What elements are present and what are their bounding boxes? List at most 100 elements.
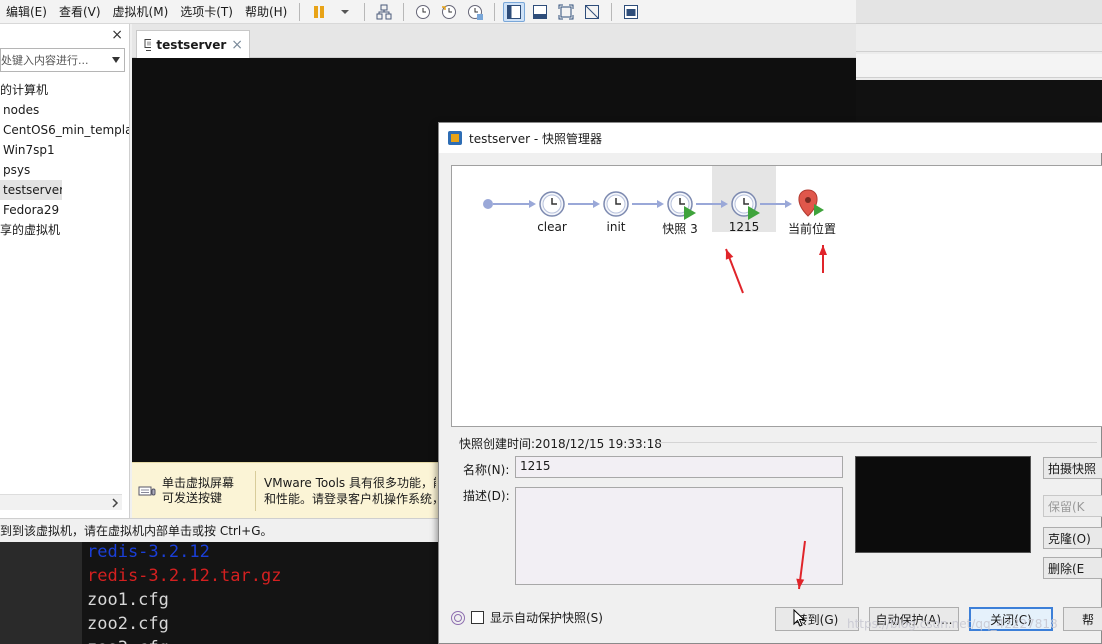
library-horizontal-scrollbar[interactable] — [0, 494, 122, 510]
keep-button[interactable]: 保留(K — [1043, 495, 1102, 517]
thumbnail-view-icon — [533, 4, 548, 19]
chevron-right-icon[interactable] — [111, 497, 119, 508]
mouse-cursor-icon — [793, 609, 806, 627]
toolbar-separator — [611, 2, 613, 21]
menu-view[interactable]: 查看(V) — [53, 0, 107, 24]
thumbnail-bar-button[interactable] — [529, 2, 551, 22]
help-icon[interactable] — [451, 610, 465, 625]
fullscreen-icon — [558, 4, 574, 19]
snapshot-description-input[interactable] — [515, 487, 843, 585]
name-label: 名称(N): — [463, 463, 510, 477]
close-icon[interactable]: × — [111, 27, 123, 43]
tree-group-shared-vms[interactable]: 享的虚拟机 — [0, 220, 129, 240]
clone-button[interactable]: 克隆(O) — [1043, 527, 1102, 549]
tree-item-vm[interactable]: CentOS6_min_template — [0, 120, 129, 140]
snapshot-label[interactable]: 当前位置 — [788, 220, 836, 237]
tab-label: testserver — [156, 37, 227, 52]
terminal-line: redis-3.2.12.tar.gz — [87, 566, 282, 586]
library-tree: 的计算机 nodes CentOS6_min_template Win7sp1 … — [0, 80, 129, 240]
console-view-icon — [624, 4, 639, 19]
group-divider — [657, 442, 1097, 443]
menu-bar: 编辑(E) 查看(V) 虚拟机(M) 选项卡(T) 帮助(H) — [0, 0, 856, 24]
tree-item-vm[interactable]: psys — [0, 160, 129, 180]
show-autoprotect-label[interactable]: 显示自动保护快照(S) — [490, 609, 603, 626]
background-window — [856, 0, 1102, 80]
unity-button[interactable] — [581, 2, 603, 22]
tree-item-vm-selected[interactable]: testserver — [0, 180, 62, 200]
take-snapshot-button[interactable] — [412, 2, 434, 22]
snapshot-label[interactable]: clear — [537, 220, 567, 234]
revert-snapshot-button[interactable] — [438, 2, 460, 22]
tree-item-vm[interactable]: Win7sp1 — [0, 140, 129, 160]
pause-dropdown-button[interactable] — [334, 2, 356, 22]
hint-left-line2: 可发送按键 — [162, 490, 223, 505]
library-search-input[interactable]: 处键入内容进行... — [0, 48, 125, 72]
background-window-titlebar — [856, 0, 1102, 24]
snapshot-label[interactable]: 快照 3 — [662, 220, 697, 237]
snapshot-manager-button[interactable] — [464, 2, 486, 22]
tab-bar: testserver × — [132, 24, 856, 58]
tree-item-vm[interactable]: Fedora29 — [0, 200, 129, 220]
hint-right-line2: 和性能。请登录客户机操作系统， — [264, 491, 436, 506]
toolbar-separator — [299, 2, 301, 21]
delete-button[interactable]: 删除(E — [1043, 557, 1102, 579]
snapshot-revert-icon — [442, 4, 457, 19]
dialog-title: testserver - 快照管理器 — [469, 131, 602, 146]
take-snapshot-button[interactable]: 拍摄快照 — [1043, 457, 1102, 479]
snapshot-name-input[interactable]: 1215 — [515, 456, 843, 478]
library-header: × — [0, 24, 129, 46]
snapshot-connector-arrowhead — [529, 200, 536, 208]
library-search-placeholder: 处键入内容进行... — [1, 54, 89, 67]
dialog-titlebar[interactable]: testserver - 快照管理器 — [439, 123, 1102, 153]
pause-icon — [314, 5, 325, 18]
desktop: 编辑(E) 查看(V) 虚拟机(M) 选项卡(T) 帮助(H) × 处键入内容进… — [0, 0, 1102, 644]
hint-left-line1: 单击虚拟屏幕 — [162, 475, 235, 490]
library-panel: × 处键入内容进行... 的计算机 nodes CentOS6_min_temp… — [0, 24, 130, 518]
snapshot-label[interactable]: 1215 — [729, 220, 760, 234]
menu-edit[interactable]: 编辑(E) — [0, 0, 53, 24]
tab-testserver[interactable]: testserver × — [136, 30, 250, 58]
show-autoprotect-checkbox[interactable] — [471, 611, 484, 624]
background-window-toolbar — [856, 26, 1102, 52]
terminal-line: zoo3.cfg — [87, 636, 281, 644]
help-button[interactable]: 帮 — [1063, 607, 1102, 631]
toolbar-separator — [403, 2, 405, 21]
terminal-line: zoo1.cfg — [87, 590, 169, 610]
watermark-text: https://blog.csdn.net/qq_42227818 — [847, 617, 1058, 631]
vm-tab-icon — [144, 38, 152, 51]
snapshot-created-time: 快照创建时间:2018/12/15 19:33:18 — [459, 437, 662, 451]
chevron-down-icon[interactable] — [112, 57, 120, 63]
close-icon[interactable]: × — [231, 37, 243, 53]
snapshot-tree-graph — [483, 166, 824, 232]
hint-right-line1: VMware Tools 具有很多功能，能 — [264, 475, 436, 490]
tree-group-my-computer[interactable]: 的计算机 — [0, 80, 129, 100]
unity-icon — [585, 4, 600, 19]
toolbar-separator — [494, 2, 496, 21]
snapshot-label[interactable]: init — [607, 220, 626, 234]
fullscreen-button[interactable] — [555, 2, 577, 22]
snapshot-root-dot — [483, 199, 493, 209]
show-library-button[interactable] — [503, 1, 526, 22]
play-icon — [814, 204, 824, 216]
show-autoprotect-row: 显示自动保护快照(S) — [451, 609, 603, 626]
library-view-icon — [507, 4, 522, 19]
toolbar-separator — [364, 2, 366, 21]
snapshot-connector-arrowhead — [785, 200, 792, 208]
pause-button[interactable] — [308, 2, 330, 22]
snapshot-manager-icon — [468, 4, 484, 20]
snapshot-clock-icon — [416, 4, 431, 19]
send-keys-button[interactable] — [373, 2, 395, 22]
vmware-tools-hint-text: VMware Tools 具有很多功能，能 和性能。请登录客户机操作系统， — [256, 475, 436, 507]
click-to-send-keys-hint: 单击虚拟屏幕 可发送按键 — [132, 470, 256, 511]
menu-tabs[interactable]: 选项卡(T) — [174, 0, 239, 24]
background-window-tabstrip — [856, 54, 1102, 78]
snapshot-tree-pane[interactable]: clear init 快照 3 1215 当前位置 — [451, 165, 1102, 427]
menu-help[interactable]: 帮助(H) — [239, 0, 293, 24]
terminal-line: zoo2.cfg — [87, 614, 169, 634]
console-view-button[interactable] — [620, 2, 642, 22]
description-label: 描述(D): — [463, 489, 510, 503]
terminal-window: redis-3.2.12 redis-3.2.12.tar.gz zoo1.cf… — [0, 542, 440, 644]
menu-vm[interactable]: 虚拟机(M) — [107, 0, 175, 24]
tree-item-vm[interactable]: nodes — [0, 100, 129, 120]
snapshot-thumbnail — [855, 456, 1031, 553]
